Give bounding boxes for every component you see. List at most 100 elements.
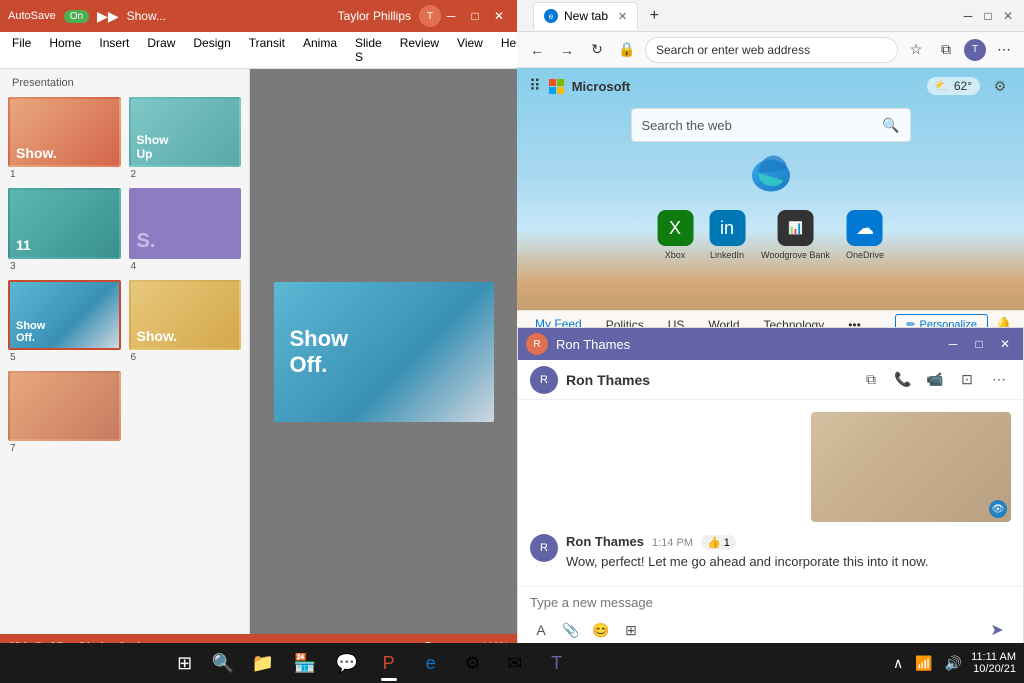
reaction-badge[interactable]: 👍 👍 11 xyxy=(701,535,736,550)
browser-user-avatar[interactable]: T xyxy=(964,39,986,61)
attach-icon[interactable]: 📎 xyxy=(560,619,582,641)
start-button[interactable]: ⊞ xyxy=(167,645,203,681)
tab-close-icon[interactable]: ✕ xyxy=(618,10,627,23)
menu-review[interactable]: Review xyxy=(392,34,447,66)
menu-anima[interactable]: Anima xyxy=(295,34,345,66)
slide-thumb-2: ShowUp xyxy=(129,97,242,167)
taskbar-powerpoint[interactable]: P xyxy=(369,643,409,683)
forward-button[interactable]: → xyxy=(555,38,579,62)
teams-messages: 👁 R Ron Thames 1:14 PM 👍 👍 11 Wow, perfe… xyxy=(518,400,1023,586)
quick-link-xbox[interactable]: X Xbox xyxy=(657,210,693,260)
slide-item-5[interactable]: ShowOff. 5 xyxy=(8,280,121,363)
slide-5-text: ShowOff. xyxy=(16,320,45,344)
slide-item-6[interactable]: Show. 6 xyxy=(129,280,242,363)
quick-link-onedrive[interactable]: ☁ OneDrive xyxy=(846,210,884,260)
menu-home[interactable]: Home xyxy=(41,34,89,66)
refresh-button[interactable]: ↻ xyxy=(585,38,609,62)
menu-draw[interactable]: Draw xyxy=(139,34,183,66)
copy-icon[interactable]: ⧉ xyxy=(859,368,883,392)
slide-thumb-7 xyxy=(8,371,121,441)
ppt-window-title: Show... xyxy=(127,9,166,23)
outgoing-image: 👁 xyxy=(530,412,1011,522)
edge-logo xyxy=(746,148,796,198)
minimize-btn[interactable]: ─ xyxy=(441,6,461,26)
emoji-icon[interactable]: 😊 xyxy=(590,619,612,641)
quick-link-woodgrove[interactable]: 📊 Woodgrove Bank xyxy=(761,210,830,260)
address-bar[interactable]: Search or enter web address xyxy=(645,37,898,63)
slide-item-7[interactable]: 7 xyxy=(8,371,121,454)
taskbar-store[interactable]: 🏪 xyxy=(285,643,325,683)
phone-icon[interactable]: 📞 xyxy=(891,368,915,392)
send-button[interactable]: ➤ xyxy=(983,616,1011,644)
slide-item-3[interactable]: 11 3 xyxy=(8,188,121,271)
apps-grid-icon[interactable]: ⠿ xyxy=(529,76,541,96)
settings-gear-icon[interactable]: ⚙ xyxy=(988,74,1012,98)
menu-insert[interactable]: Insert xyxy=(91,34,137,66)
slide-1-text: Show. xyxy=(16,145,57,161)
close-btn[interactable]: ✕ xyxy=(489,6,509,26)
teams-close[interactable]: ✕ xyxy=(995,334,1015,354)
slide-thumb-3: 11 xyxy=(8,188,121,258)
maximize-btn[interactable]: □ xyxy=(465,6,485,26)
taskbar-mail[interactable]: ✉ xyxy=(495,643,535,683)
slide-item-2[interactable]: ShowUp 2 xyxy=(129,97,242,180)
teams-message-input[interactable] xyxy=(530,595,1011,610)
taskbar-teams[interactable]: 💬 xyxy=(327,643,367,683)
menu-file[interactable]: File xyxy=(4,34,39,66)
tab-label: New tab xyxy=(564,9,608,23)
quick-link-linkedin[interactable]: in LinkedIn xyxy=(709,210,745,260)
teams-maximize[interactable]: □ xyxy=(969,334,989,354)
user-avatar: T xyxy=(419,5,441,27)
browser-minimize[interactable]: ─ xyxy=(960,8,976,24)
slide-thumb-4: S. xyxy=(129,188,242,258)
slide-thumb-1: Show. xyxy=(8,97,121,167)
collections-icon[interactable]: ⧉ xyxy=(934,38,958,62)
volume-icon[interactable]: 🔊 xyxy=(942,655,965,672)
favorites-icon[interactable]: ☆ xyxy=(904,38,928,62)
more-options-icon[interactable]: ⋯ xyxy=(987,368,1011,392)
back-button[interactable]: ← xyxy=(525,38,549,62)
woodgrove-icon: 📊 xyxy=(777,210,813,246)
onedrive-icon: ☁ xyxy=(847,210,883,246)
clock-date: 10/20/21 xyxy=(973,663,1016,675)
browser-maximize[interactable]: □ xyxy=(980,8,996,24)
message-row-text: R Ron Thames 1:14 PM 👍 👍 11 Wow, perfect… xyxy=(530,534,1011,569)
tab-area: e New tab ✕ + xyxy=(525,2,952,30)
slide-thumb-5: ShowOff. xyxy=(8,280,121,350)
slide-item-4[interactable]: S. 4 xyxy=(129,188,242,271)
slide-item-1[interactable]: Show. 1 xyxy=(8,97,121,180)
weather-widget[interactable]: ⛅ 62° xyxy=(927,77,980,95)
search-taskbar-icon[interactable]: 🔍 xyxy=(205,645,241,681)
taskbar-file-explorer[interactable]: 📁 xyxy=(243,643,283,683)
network-icon[interactable]: 📶 xyxy=(912,655,935,672)
video-icon[interactable]: 📹 xyxy=(923,368,947,392)
search-box[interactable]: Search the web 🔍 xyxy=(631,108,911,142)
menu-transit[interactable]: Transit xyxy=(241,34,293,66)
search-placeholder: Search the web xyxy=(642,118,732,133)
taskbar-teams2[interactable]: T xyxy=(537,643,577,683)
share-screen-icon[interactable]: ⊡ xyxy=(955,368,979,392)
microsoft-logo xyxy=(549,79,564,94)
gif-icon[interactable]: ⊞ xyxy=(620,619,642,641)
slide-thumb-6: Show. xyxy=(129,280,242,350)
taskbar-edge[interactable]: e xyxy=(411,643,451,683)
ppt-body: Presentation Show. 1 Sh xyxy=(0,69,517,634)
slide-4-text: S. xyxy=(137,230,156,253)
browser-close[interactable]: ✕ xyxy=(1000,8,1016,24)
new-tab[interactable]: e New tab ✕ xyxy=(533,2,638,30)
format-icon[interactable]: A xyxy=(530,619,552,641)
autosave-toggle[interactable]: On xyxy=(64,10,89,23)
browser-menu-btn[interactable]: ⋯ xyxy=(992,38,1016,62)
teams-minimize[interactable]: ─ xyxy=(943,334,963,354)
new-tab-button[interactable]: + xyxy=(642,4,666,28)
taskbar-settings[interactable]: ⚙ xyxy=(453,643,493,683)
ms-blue xyxy=(549,87,556,94)
chevron-up-icon[interactable]: ∧ xyxy=(890,655,906,672)
menu-view[interactable]: View xyxy=(449,34,491,66)
ppt-title-bar: AutoSave On ▶▶ Show... Taylor Phillips T… xyxy=(0,0,517,32)
autosave-label: AutoSave xyxy=(8,10,56,22)
weather-icon: ⛅ xyxy=(935,79,950,93)
system-clock[interactable]: 11:11 AM 10/20/21 xyxy=(971,651,1016,675)
menu-slides[interactable]: Slide S xyxy=(347,34,390,66)
menu-design[interactable]: Design xyxy=(185,34,238,66)
